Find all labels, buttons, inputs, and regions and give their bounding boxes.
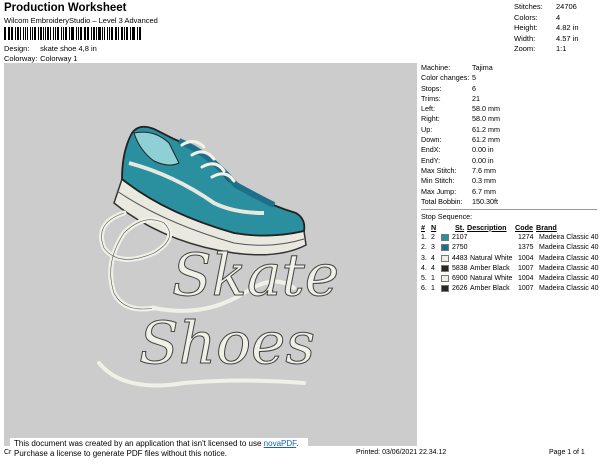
footer-left: Cr — [4, 449, 12, 456]
color-description: Natural White — [470, 275, 513, 283]
row-number: 5. — [421, 275, 427, 283]
stop-sequence-title: Stop Sequence: — [421, 212, 473, 221]
row-number: 3. — [421, 254, 427, 262]
colorway-row: Colorway: Colorway 1 — [4, 54, 78, 63]
thread-code: 1007 — [518, 285, 534, 293]
detail-row: Machine: Tajima — [421, 63, 493, 72]
color-description: Natural White — [470, 254, 513, 262]
stop-sequence-table: # N St. Description Code Brand 1. 2 2107 12… — [421, 222, 599, 294]
thread-brand: Madeira Classic 40 — [539, 233, 599, 241]
row-number: 2. — [421, 244, 427, 252]
barcode — [4, 27, 142, 40]
thread-code: 1274 — [518, 233, 534, 241]
design-row: Design: skate shoe 4,8 in — [4, 44, 97, 53]
stitch-count: 2626 — [452, 285, 468, 293]
needle-number: 4 — [431, 254, 435, 262]
detail-row: Max Stitch: 7.6 mm — [421, 165, 496, 175]
color-swatch — [441, 285, 449, 293]
row-number: 4. — [421, 264, 427, 272]
thread-code: 1007 — [518, 264, 534, 272]
divider — [421, 209, 597, 210]
design-text-shoes: Shoes — [139, 309, 315, 377]
stitch-count: 5838 — [452, 264, 468, 272]
thread-code: 1004 — [518, 275, 534, 283]
design-value: skate shoe 4,8 in — [40, 44, 97, 53]
table-row: 1. 2 2107 1274 Madeira Classic 40 — [421, 232, 599, 242]
design-label: Design: — [4, 44, 30, 53]
detail-row: EndY: 0.00 in — [421, 155, 494, 165]
thread-code: 1375 — [518, 244, 534, 252]
needle-number: 2 — [431, 233, 435, 241]
machine-details: Machine: Tajima Color changes: 5 Stops: 6 Trim… — [421, 63, 597, 207]
needle-number: 1 — [431, 275, 435, 283]
thread-code: 1004 — [518, 254, 534, 262]
stitch-count: 6900 — [452, 275, 468, 283]
stats-panel: Stitches: 24706 Colors: 4 Height: 4.82 in W… — [514, 2, 579, 55]
stitch-count: 2107 — [452, 233, 468, 241]
thread-brand: Madeira Classic 40 — [539, 254, 599, 262]
color-description: Amber Black — [470, 264, 510, 272]
detail-row: Color changes: 5 — [421, 73, 476, 83]
stat-row: Width: 4.57 in — [514, 33, 579, 43]
license-notice: This document was created by an applicat… — [10, 438, 308, 460]
color-swatch — [441, 254, 449, 262]
color-swatch — [441, 275, 449, 283]
table-row: 6. 1 2626 Amber Black 1007 Madeira Classic 40 — [421, 284, 599, 294]
detail-row: Max Jump: 6.7 mm — [421, 186, 496, 196]
detail-row: Right: 58.0 mm — [421, 114, 500, 124]
table-row: 3. 4 4483 Natural White 1004 Madeira Classic … — [421, 253, 599, 263]
thread-brand: Madeira Classic 40 — [539, 275, 599, 283]
color-swatch — [441, 264, 449, 272]
thread-brand: Madeira Classic 40 — [539, 285, 599, 293]
color-swatch — [441, 233, 449, 241]
novapdf-link[interactable]: novaPDF — [264, 439, 296, 448]
stat-row: Stitches: 24706 — [514, 2, 577, 11]
colorway-label: Colorway: — [4, 54, 38, 63]
table-row: 2. 3 2750 1375 Madeira Classic 40 — [421, 243, 599, 253]
thread-brand: Madeira Classic 40 — [539, 264, 599, 272]
embroidery-artwork: Skate Shoes — [97, 125, 340, 388]
stitch-count: 4483 — [452, 254, 468, 262]
needle-number: 4 — [431, 264, 435, 272]
stop-sequence-header: # N St. Description Code Brand — [421, 222, 557, 232]
detail-row: Stops: 6 — [421, 83, 476, 93]
detail-row: Trims: 21 — [421, 93, 480, 103]
stitch-count: 2750 — [452, 244, 468, 252]
row-number: 1. — [421, 233, 427, 241]
detail-row: Left: 58.0 mm — [421, 104, 500, 114]
stat-row: Colors: 4 — [514, 12, 561, 22]
detail-row: Up: 61.2 mm — [421, 124, 500, 134]
app-subtitle: Wilcom EmbroideryStudio – Level 3 Advanc… — [4, 16, 158, 25]
design-text-skate: Skate — [172, 241, 339, 309]
row-number: 6. — [421, 285, 427, 293]
stat-row: Height: 4.82 in — [514, 23, 579, 32]
stat-row: Zoom: 1:1 — [514, 44, 567, 53]
color-swatch — [441, 244, 449, 252]
page-number: Page 1 of 1 — [549, 449, 585, 456]
detail-row: Down: 61.2 mm — [421, 135, 500, 145]
detail-row: Total Bobbin: 150.30ft — [421, 196, 498, 206]
needle-number: 3 — [431, 244, 435, 252]
detail-row: EndX: 0.00 in — [421, 145, 494, 155]
colorway-value: Colorway 1 — [40, 54, 78, 63]
thread-brand: Madeira Classic 40 — [539, 244, 599, 252]
table-row: 5. 1 6900 Natural White 1004 Madeira Classic … — [421, 273, 599, 283]
design-preview: Skate Shoes — [4, 63, 417, 446]
detail-row: Min Stitch: 0.3 mm — [421, 176, 496, 186]
printed-date: Printed: 03/06/2021 22.34.12 — [356, 449, 447, 456]
needle-number: 1 — [431, 285, 435, 293]
table-row: 4. 4 5838 Amber Black 1007 Madeira Classic 40 — [421, 263, 599, 273]
page-title: Production Worksheet — [4, 2, 127, 14]
color-description: Amber Black — [470, 285, 510, 293]
